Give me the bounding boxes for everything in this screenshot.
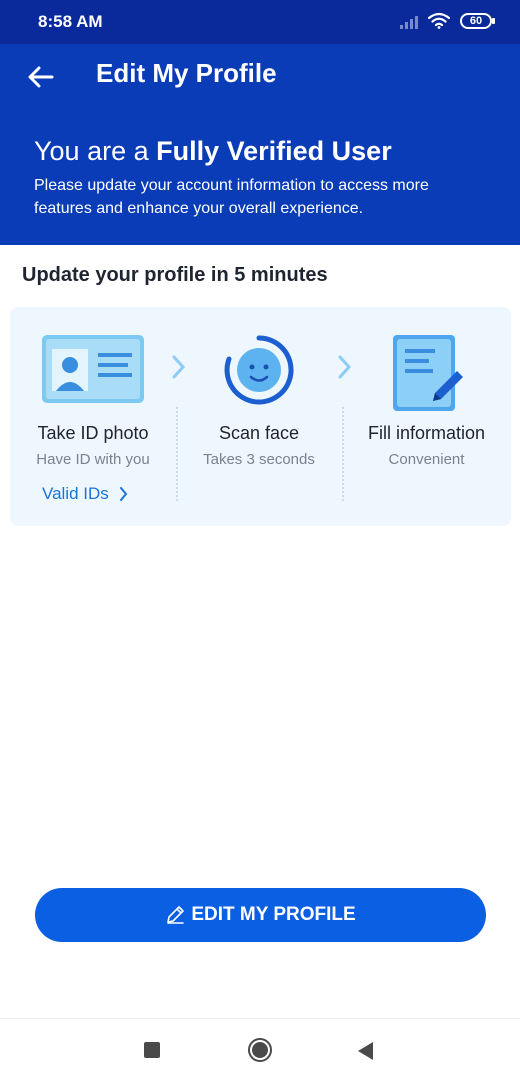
navigation-bar [0,1018,520,1080]
arrow-left-icon [28,66,54,88]
steps-card: Take ID photo Have ID with you Valid IDs… [10,307,511,526]
header: Edit My Profile You are a Fully Verified… [0,44,520,245]
page-title: Edit My Profile [96,58,277,88]
verified-title: You are a Fully Verified User [34,136,392,167]
step-label: Take ID photo [37,423,149,443]
status-bar: 8:58 AM 60 [0,0,520,44]
back-button[interactable] [26,62,56,92]
section-title: Update your profile in 5 minutes [22,264,328,286]
step-scan-face: Scan face Takes 3 seconds [176,307,342,526]
edit-profile-label: EDIT MY PROFILE [191,904,356,925]
face-scan-icon [224,335,294,405]
status-time: 8:58 AM [38,12,103,31]
valid-ids-link[interactable]: Valid IDs [42,484,128,504]
step-label: Scan face [218,423,300,443]
step-subtitle: Convenient [388,451,465,468]
step-subtitle: Have ID with you [36,451,150,468]
back-icon[interactable] [358,1042,373,1060]
step-take-id-photo: Take ID photo Have ID with you Valid IDs [10,307,176,526]
recents-icon[interactable] [144,1042,160,1058]
verified-status: Fully Verified User [156,136,392,166]
home-icon[interactable] [248,1038,272,1062]
valid-ids-label: Valid IDs [42,484,109,503]
battery-level: 60 [469,14,483,27]
step-fill-information: Fill information Convenient [342,307,511,526]
edit-profile-button[interactable]: EDIT MY PROFILE [35,888,486,942]
status-icons: 60 [400,12,495,29]
wifi-icon [428,12,450,29]
battery-icon: 60 [460,12,495,29]
step-subtitle: Takes 3 seconds [203,451,315,468]
verified-prefix: You are a [34,136,157,166]
step-label: Fill information [367,423,486,443]
pencil-icon [167,906,185,924]
signal-icon [400,13,418,29]
chevron-right-icon [119,487,128,501]
document-edit-icon [392,335,463,411]
id-card-icon [42,335,144,403]
verified-description: Please update your account information t… [34,177,429,217]
